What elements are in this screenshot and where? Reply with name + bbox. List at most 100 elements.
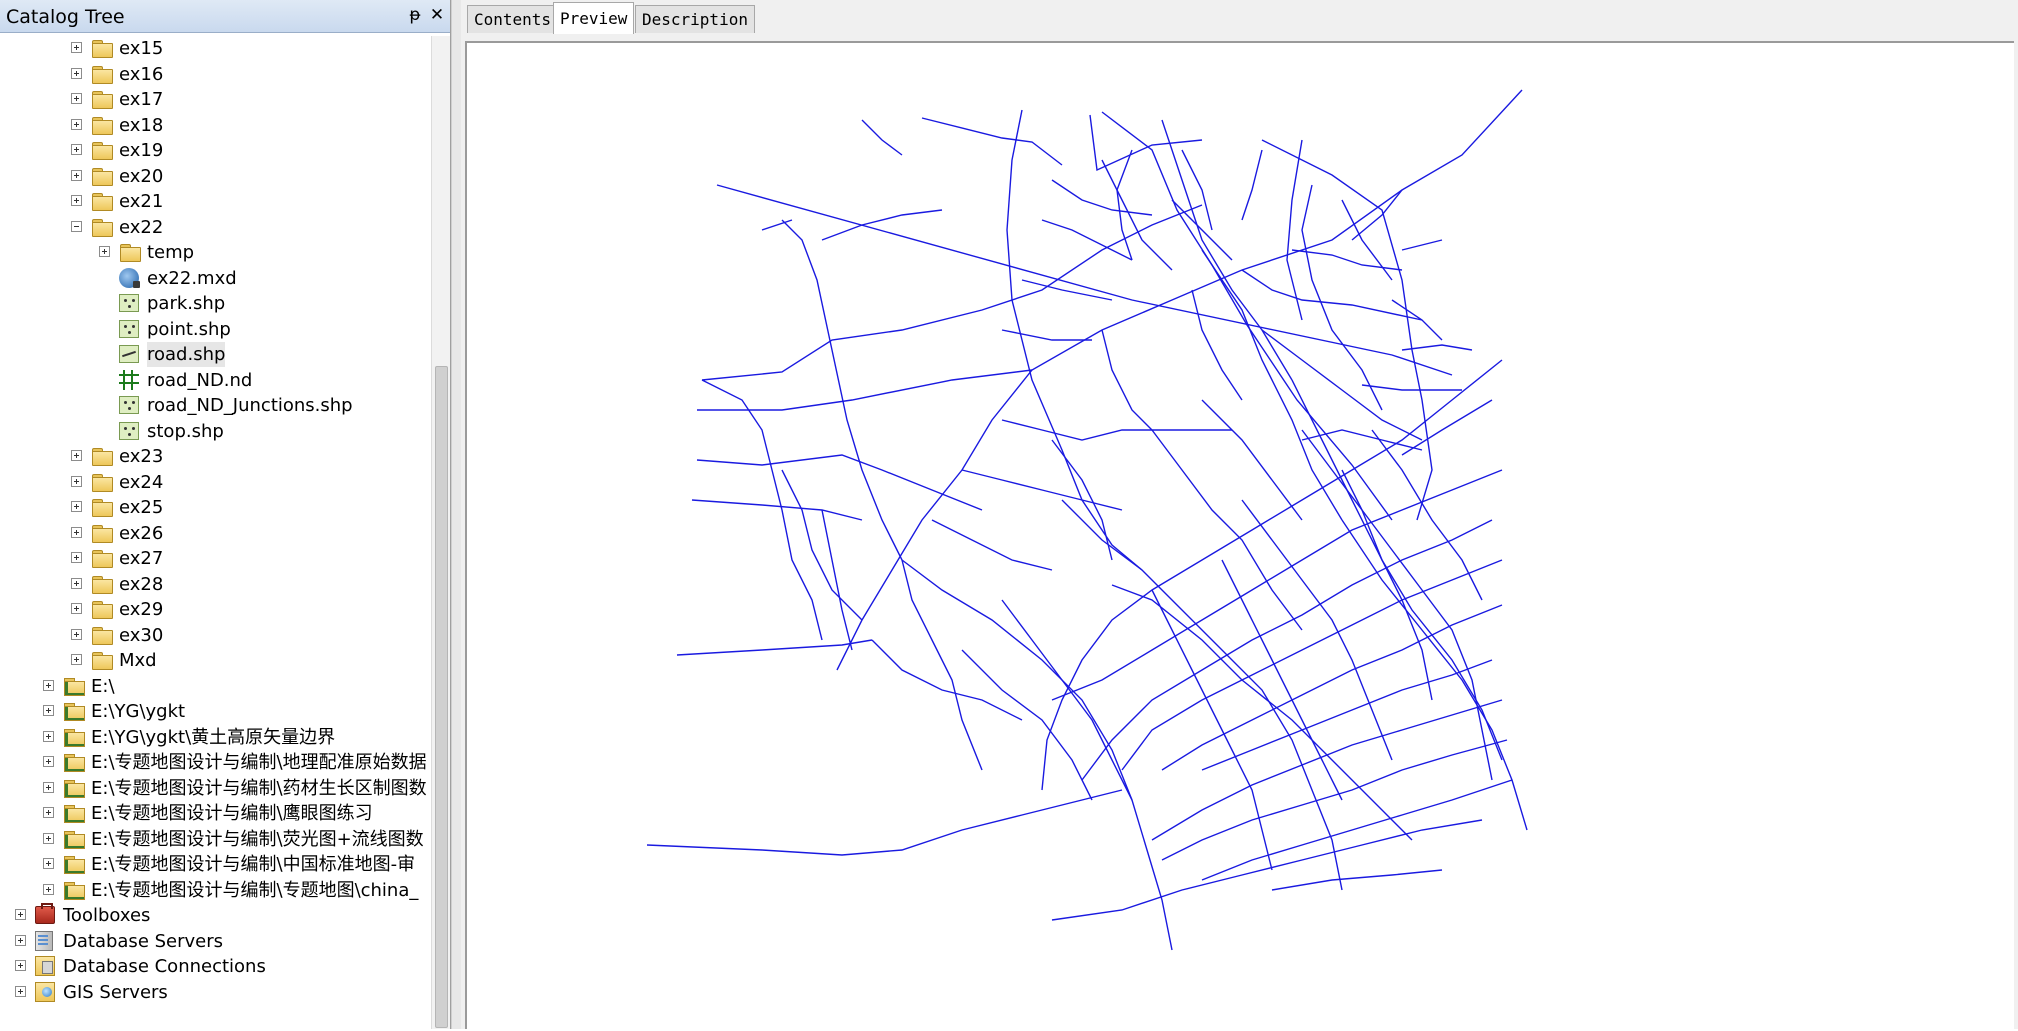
tree-item[interactable]: ex20 (0, 164, 430, 189)
expand-icon[interactable] (15, 985, 26, 997)
tree-item[interactable]: ex24 (0, 470, 430, 495)
close-icon[interactable]: ✕ (426, 4, 448, 26)
road-segment (961, 649, 1093, 801)
tree-item[interactable]: ex15 (0, 36, 430, 61)
tree-item[interactable]: E:\专题地图设计与编制\鹰眼图练习 (0, 801, 430, 826)
expand-icon[interactable] (71, 144, 82, 155)
tree-item[interactable]: ex23 (0, 444, 430, 469)
tree-item[interactable]: Database Servers (0, 929, 430, 954)
tree-item[interactable]: Toolboxes (0, 903, 430, 928)
collapse-icon[interactable] (71, 220, 82, 232)
tree-item[interactable]: GIS Servers (0, 980, 430, 1005)
tree-item[interactable]: road_ND.nd (0, 368, 430, 393)
tree-item[interactable]: ex22 (0, 215, 430, 240)
tree-scrollbar-thumb[interactable] (435, 366, 448, 1028)
expand-icon[interactable] (71, 67, 82, 79)
tree-item[interactable]: E:\专题地图设计与编制\中国标准地图-审 (0, 852, 430, 877)
folder-connection-icon (63, 880, 85, 900)
tree-scrollbar[interactable] (431, 36, 450, 1029)
tree-item[interactable]: stop.shp (0, 419, 430, 444)
expand-icon[interactable] (43, 858, 54, 869)
expand-icon[interactable] (15, 909, 26, 920)
tree-item[interactable]: temp (0, 240, 430, 265)
expand-icon[interactable] (71, 577, 82, 589)
expand-icon[interactable] (71, 501, 82, 512)
tree-item-label: road_ND.nd (147, 369, 253, 391)
tree-item[interactable]: ex27 (0, 546, 430, 571)
expand-icon[interactable] (71, 118, 82, 130)
tree-item[interactable]: E:\YG\ygkt\黄土高原矢量边界 (0, 725, 430, 750)
expand-icon[interactable] (43, 730, 54, 742)
tree-item-label: E:\YG\ygkt (91, 701, 186, 722)
tree-item[interactable]: E:\专题地图设计与编制\荧光图+流线图数 (0, 827, 430, 852)
road-segment (871, 639, 1023, 721)
folder-connection-icon (63, 829, 85, 849)
folder-icon (91, 115, 113, 135)
road-network-map[interactable] (467, 43, 2016, 1031)
folder-icon (91, 64, 113, 84)
tree-item[interactable]: E:\专题地图设计与编制\地理配准原始数据 (0, 750, 430, 775)
tree-item-label: road_ND_Junctions.shp (147, 395, 353, 416)
tree-item[interactable]: park.shp (0, 291, 430, 316)
road-segment (1401, 399, 1493, 456)
road-segment (901, 559, 983, 771)
tree-item[interactable]: road.shp (0, 342, 430, 367)
tree-item[interactable]: E:\YG\ygkt (0, 699, 430, 724)
expand-icon[interactable] (43, 807, 54, 818)
expand-icon[interactable] (71, 628, 82, 640)
folder-connection-icon (63, 778, 85, 798)
tab-preview[interactable]: Preview (553, 2, 635, 34)
expand-icon[interactable] (43, 705, 54, 716)
expand-icon[interactable] (71, 93, 82, 104)
expand-icon[interactable] (71, 450, 82, 461)
tree-item-label: ex18 (119, 114, 164, 136)
expand-icon[interactable] (99, 246, 110, 257)
expand-icon[interactable] (15, 960, 26, 971)
tree-item-label: ex22 (119, 216, 164, 238)
tree-item[interactable]: ex18 (0, 113, 430, 138)
expand-icon[interactable] (43, 781, 54, 793)
folder-icon (91, 89, 113, 109)
road-segment (1089, 114, 1203, 172)
tree-item[interactable]: ex28 (0, 572, 430, 597)
road-segment (716, 184, 1453, 376)
tree-item[interactable]: ex25 (0, 495, 430, 520)
expand-icon[interactable] (71, 42, 82, 53)
expand-icon[interactable] (71, 195, 82, 206)
tree-item[interactable]: Database Connections (0, 954, 430, 979)
tree-item[interactable]: point.shp (0, 317, 430, 342)
expand-icon[interactable] (15, 934, 26, 946)
tree-item[interactable]: road_ND_Junctions.shp (0, 393, 430, 418)
tree-item[interactable]: Mxd (0, 648, 430, 673)
expand-icon[interactable] (71, 169, 82, 181)
preview-canvas[interactable] (465, 41, 2014, 1029)
tree-item[interactable]: ex17 (0, 87, 430, 112)
pin-icon[interactable]: ᵽ (404, 4, 426, 26)
expand-icon[interactable] (43, 883, 54, 895)
tree-item[interactable]: ex26 (0, 521, 430, 546)
folder-connection-icon (63, 854, 85, 874)
expand-icon[interactable] (71, 526, 82, 538)
expand-icon[interactable] (43, 756, 54, 767)
tree-item-label: ex29 (119, 599, 164, 620)
tree-item[interactable]: E:\专题地图设计与编制\药材生长区制图数 (0, 776, 430, 801)
tree-item[interactable]: ex30 (0, 623, 430, 648)
tree-item[interactable]: ex29 (0, 597, 430, 622)
tree-item[interactable]: E:\专题地图设计与编制\专题地图\china_ (0, 878, 430, 903)
expand-icon[interactable] (43, 832, 54, 844)
road-segment (1061, 499, 1343, 891)
tree-item[interactable]: ex16 (0, 62, 430, 87)
expand-icon[interactable] (71, 654, 82, 665)
expand-icon[interactable] (43, 679, 54, 691)
tree-item[interactable]: ex22.mxd (0, 266, 430, 291)
expand-icon[interactable] (71, 475, 82, 487)
road-segment (1241, 269, 1423, 321)
tab-description[interactable]: Description (635, 5, 755, 33)
road-segment (1201, 779, 1513, 881)
expand-icon[interactable] (71, 552, 82, 563)
tree-item[interactable]: E:\ (0, 674, 430, 699)
tree-item[interactable]: ex19 (0, 138, 430, 163)
expand-icon[interactable] (71, 603, 82, 614)
tab-contents[interactable]: Contents (467, 5, 559, 33)
tree-item[interactable]: ex21 (0, 189, 430, 214)
